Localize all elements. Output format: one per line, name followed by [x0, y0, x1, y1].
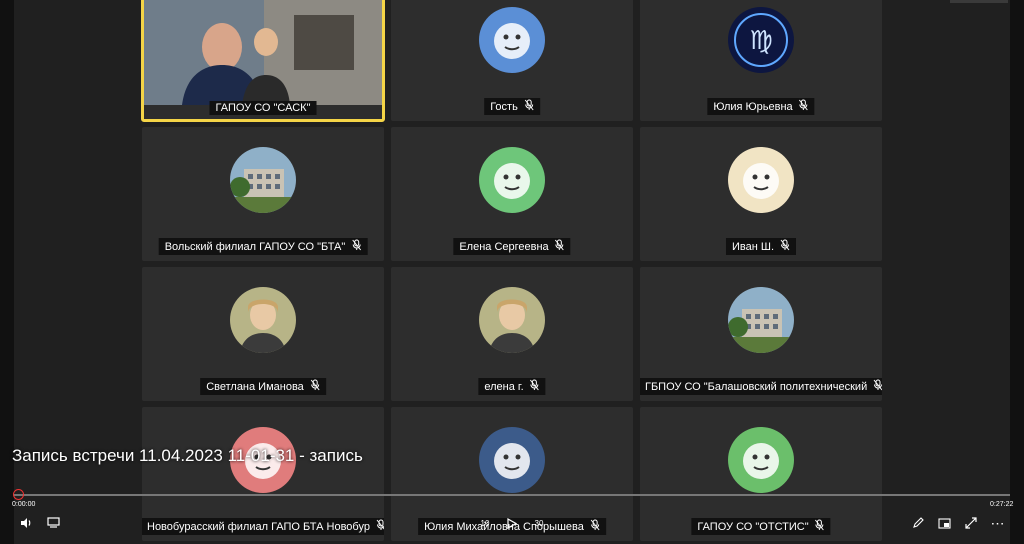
- participant-tile[interactable]: Вольский филиал ГАПОУ СО "БТА": [142, 127, 384, 261]
- participant-name: ГАПОУ СО "САСК": [209, 101, 317, 115]
- progress-handle[interactable]: [13, 489, 24, 500]
- pip-button[interactable]: [935, 514, 953, 532]
- forward-icon: 30: [534, 518, 544, 528]
- mic-off-icon: [310, 379, 320, 394]
- play-icon: [507, 517, 517, 529]
- mic-off-icon: [815, 519, 825, 534]
- rewind-icon: 10: [480, 518, 490, 528]
- virgo-icon: ♍: [728, 7, 794, 73]
- participant-name-label: Светлана Иманова: [206, 380, 304, 393]
- svg-text:♍: ♍: [749, 26, 772, 56]
- fullscreen-icon: [965, 517, 977, 529]
- subtitles-icon: [46, 517, 60, 528]
- participant-name: ГАПОУ СО "ОТСТИС": [691, 518, 831, 535]
- mic-off-icon: [555, 239, 565, 254]
- participant-tile[interactable]: ♍ Юлия Юрьевна: [640, 0, 882, 121]
- participant-video: [144, 0, 382, 105]
- participant-name-label: ГАПОУ СО "ОТСТИС": [697, 520, 809, 533]
- mic-off-icon: [590, 519, 600, 534]
- participant-tile[interactable]: елена г.: [391, 267, 633, 401]
- participant-name-label: Елена Сергеевна: [459, 240, 549, 253]
- participant-tile[interactable]: Новобурасский филиал ГАПО БТА Новобур: [142, 407, 384, 541]
- volume-icon: [20, 518, 30, 528]
- participant-tile[interactable]: ГАПОУ СО "САСК": [141, 0, 385, 122]
- participant-name: Светлана Иманова: [200, 378, 326, 395]
- participant-tile[interactable]: Иван Ш.: [640, 127, 882, 261]
- more-button[interactable]: ⋯: [989, 514, 1007, 532]
- time-total: 0:27:22: [990, 501, 1014, 508]
- participant-name: ГБПОУ СО "Балашовский политехнический: [640, 378, 882, 395]
- mic-off-icon: [780, 239, 790, 254]
- mic-off-icon: [530, 379, 540, 394]
- mic-off-icon: [351, 239, 361, 254]
- participant-name: елена г.: [478, 378, 546, 395]
- avatar: [728, 287, 794, 353]
- participant-name: Юлия Юрьевна: [707, 98, 815, 115]
- frog-icon: [728, 147, 794, 213]
- participant-name-label: Гость: [490, 100, 518, 113]
- edit-button[interactable]: [909, 514, 927, 532]
- more-icon: ⋯: [990, 514, 1006, 531]
- participant-name-label: Иван Ш.: [731, 240, 775, 253]
- participant-tile[interactable]: ГБПОУ СО "Балашовский политехнический: [640, 267, 882, 401]
- participant-name-label: ГАПОУ СО "САСК": [215, 102, 311, 114]
- mic-off-icon: [376, 519, 384, 534]
- participant-name: Новобурасский филиал ГАПО БТА Новобур: [142, 518, 384, 535]
- avatar: [230, 287, 296, 353]
- avatar: [230, 147, 296, 213]
- subtitles-button[interactable]: [44, 514, 62, 532]
- participant-tile[interactable]: Гость: [391, 0, 633, 121]
- forward-button[interactable]: 30: [530, 514, 548, 532]
- progress-bar[interactable]: [14, 494, 1010, 496]
- participant-name-label: Вольский филиал ГАПОУ СО "БТА": [164, 240, 346, 253]
- monkey-icon: [479, 7, 545, 73]
- participant-name: Гость: [484, 98, 540, 115]
- pip-icon: [937, 517, 951, 529]
- top-edge-bar: [950, 0, 1008, 3]
- volume-button[interactable]: [17, 514, 35, 532]
- participant-name-label: Юлия Юрьевна: [713, 100, 793, 113]
- participant-tile[interactable]: Светлана Иманова: [142, 267, 384, 401]
- participant-tile[interactable]: ГАПОУ СО "ОТСТИС": [640, 407, 882, 541]
- mic-off-icon: [873, 379, 882, 394]
- play-button[interactable]: [503, 514, 521, 532]
- participant-name-label: ГБПОУ СО "Балашовский политехнический: [645, 380, 868, 393]
- participant-name: Елена Сергеевна: [453, 238, 571, 255]
- recording-title: Запись встречи 11.04.2023 11-01-31 - зап…: [12, 446, 363, 465]
- fullscreen-button[interactable]: [962, 514, 980, 532]
- participant-name: Вольский филиал ГАПОУ СО "БТА": [158, 238, 368, 255]
- frog-icon: [479, 427, 545, 493]
- mic-off-icon: [524, 99, 534, 114]
- pencil-icon: [913, 517, 924, 528]
- avatar: [479, 287, 545, 353]
- participant-tile[interactable]: Елена Сергеевна: [391, 127, 633, 261]
- participant-name: Иван Ш.: [725, 238, 797, 255]
- lion-icon: [728, 427, 794, 493]
- participant-name-label: Новобурасский филиал ГАПО БТА Новобур: [147, 520, 370, 533]
- participant-name-label: елена г.: [484, 380, 524, 393]
- mic-off-icon: [799, 99, 809, 114]
- dolphin-icon: [479, 147, 545, 213]
- rewind-button[interactable]: 10: [476, 514, 494, 532]
- time-current: 0:00:00: [12, 501, 36, 508]
